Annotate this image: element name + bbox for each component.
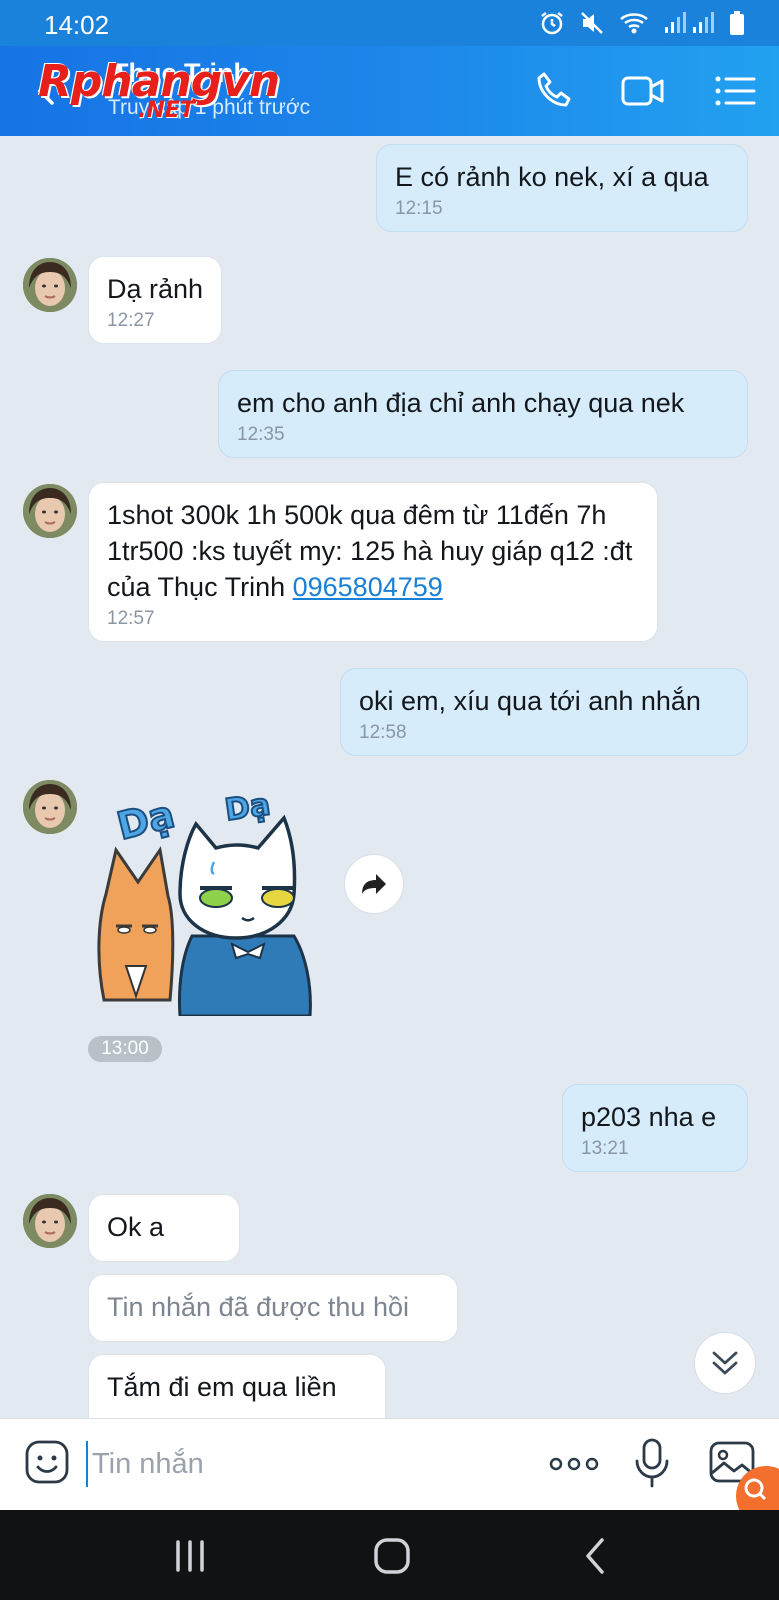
signal-icon: [665, 12, 714, 33]
message-text: p203 nha e: [581, 1102, 717, 1132]
avatar[interactable]: [23, 258, 77, 312]
message-text: Tin nhắn đã được thu hồi: [107, 1292, 409, 1322]
message-bubble-incoming[interactable]: Tắm đi em qua liền: [88, 1354, 386, 1418]
recalled-message-bubble[interactable]: Tin nhắn đã được thu hồi: [88, 1274, 458, 1342]
message-bubble-incoming[interactable]: Dạ rảnh 12:27: [88, 256, 223, 344]
message-input[interactable]: [86, 1441, 506, 1487]
more-icon[interactable]: [548, 1451, 600, 1477]
chevron-double-down-icon: [712, 1351, 738, 1375]
forward-button[interactable]: [344, 854, 404, 914]
avatar[interactable]: [23, 1194, 77, 1248]
message-text: oki em, xíu qua tới anh nhắn: [359, 686, 701, 716]
mute-icon: [581, 12, 603, 34]
message-text: Dạ rảnh: [107, 274, 204, 304]
scroll-to-bottom-button[interactable]: [694, 1332, 756, 1394]
message-bubble-outgoing[interactable]: E có rảnh ko nek, xí a qua 12:15: [376, 144, 748, 232]
phone-icon[interactable]: [532, 68, 578, 114]
sticker-time: 13:00: [88, 1036, 162, 1062]
recent-apps-icon[interactable]: [170, 1536, 210, 1576]
mic-icon[interactable]: [632, 1437, 672, 1489]
message-bubble-outgoing[interactable]: p203 nha e 13:21: [562, 1084, 748, 1172]
sticker-text-right: Dạ: [223, 787, 273, 828]
alarm-icon: [541, 12, 563, 35]
avatar[interactable]: [23, 484, 77, 538]
status-time: 14:02: [44, 10, 110, 40]
battery-icon: [730, 11, 744, 35]
message-time: 12:27: [107, 310, 155, 331]
message-text: E có rảnh ko nek, xí a qua: [395, 162, 709, 192]
message-bubble-outgoing[interactable]: em cho anh địa chỉ anh chạy qua nek 12:3…: [218, 370, 748, 458]
message-time: 12:58: [359, 722, 407, 743]
message-list[interactable]: E có rảnh ko nek, xí a qua 12:15 Dạ rảnh…: [0, 136, 779, 1418]
message-text: em cho anh địa chỉ anh chạy qua nek: [237, 388, 685, 418]
contact-last-seen: Truy cập 1 phút trước: [108, 96, 311, 119]
chat-header: Thuc Trinh Truy cập 1 phút trước Rphangv…: [0, 46, 779, 136]
message-time: 13:21: [581, 1138, 629, 1159]
message-text: 1shot 300k 1h 500k qua đêm từ 11đến 7h 1…: [107, 500, 632, 602]
contact-name[interactable]: Thuc Trinh: [112, 58, 250, 89]
sticker-image[interactable]: Dạ Dạ: [92, 776, 332, 1018]
phone-number-link[interactable]: 0965804759: [293, 572, 443, 602]
wifi-icon: [620, 13, 648, 34]
message-bubble-incoming[interactable]: Ok a: [88, 1194, 240, 1262]
home-icon[interactable]: [372, 1536, 412, 1576]
message-text: Ok a: [107, 1212, 165, 1242]
emoji-icon[interactable]: [24, 1439, 70, 1485]
message-text: Tắm đi em qua liền: [107, 1372, 337, 1402]
menu-icon[interactable]: [712, 68, 758, 114]
message-bubble-incoming[interactable]: 1shot 300k 1h 500k qua đêm từ 11đến 7h 1…: [88, 482, 658, 642]
back-icon[interactable]: [34, 76, 58, 106]
message-time: 12:15: [395, 198, 443, 219]
message-bubble-outgoing[interactable]: oki em, xíu qua tới anh nhắn 12:58: [340, 668, 748, 756]
video-icon[interactable]: [620, 68, 666, 114]
status-bar: 14:02: [0, 0, 779, 46]
forward-icon: [362, 874, 386, 894]
composer-bar: [0, 1418, 779, 1510]
system-navigation-bar: [0, 1510, 779, 1600]
status-icons: [539, 10, 745, 36]
message-time: 12:57: [107, 608, 155, 629]
sticker-text-left: Dạ: [113, 792, 179, 849]
nav-back-icon[interactable]: [576, 1536, 616, 1576]
avatar[interactable]: [23, 780, 77, 834]
message-time: 12:35: [237, 424, 285, 445]
